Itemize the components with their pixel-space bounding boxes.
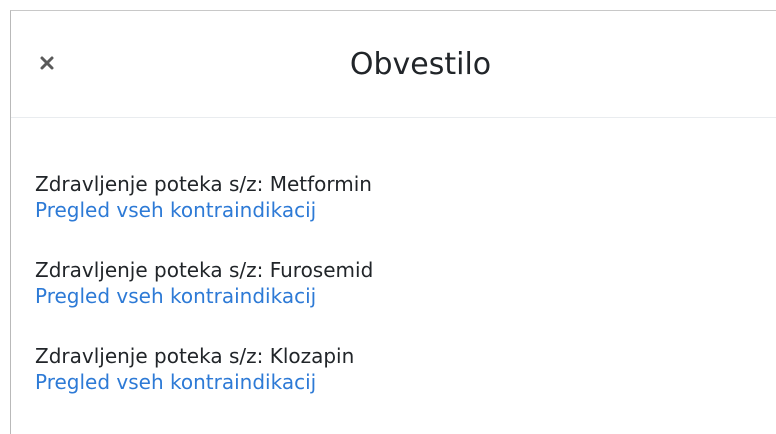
modal-header: Obvestilo bbox=[11, 11, 776, 118]
treatment-text: Zdravljenje poteka s/z: Furosemid bbox=[35, 258, 374, 282]
treatment-text: Zdravljenje poteka s/z: Klozapin bbox=[35, 344, 355, 368]
notification-modal: Obvestilo Zdravljenje poteka s/z: Metfor… bbox=[10, 10, 776, 434]
treatment-text: Zdravljenje poteka s/z: Metformin bbox=[35, 172, 372, 196]
list-item: Zdravljenje poteka s/z: Furosemid Pregle… bbox=[35, 257, 373, 309]
modal-title: Obvestilo bbox=[349, 47, 492, 82]
list-item: Zdravljenje poteka s/z: Klozapin Pregled… bbox=[35, 343, 354, 395]
list-item: Zdravljenje poteka s/z: Metformin Pregle… bbox=[35, 171, 372, 223]
contraindications-link[interactable]: Pregled vseh kontraindikacij bbox=[35, 197, 372, 223]
contraindications-link[interactable]: Pregled vseh kontraindikacij bbox=[35, 283, 373, 309]
contraindications-link[interactable]: Pregled vseh kontraindikacij bbox=[35, 369, 354, 395]
